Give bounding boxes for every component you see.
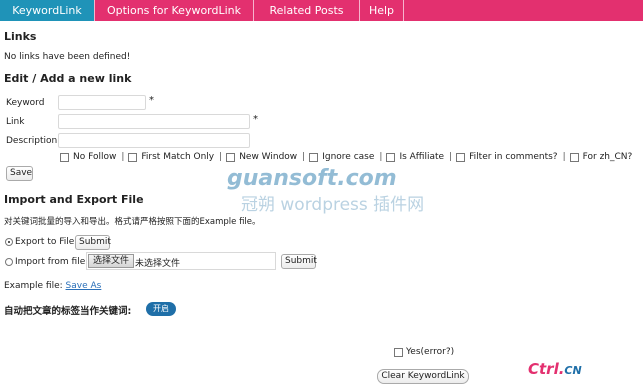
keyword-label: Keyword: [6, 98, 45, 108]
zh-cn-checkbox[interactable]: [569, 152, 579, 162]
tab-related-posts[interactable]: Related Posts: [254, 0, 360, 21]
new-window-checkbox[interactable]: [226, 152, 236, 162]
export-radio[interactable]: [5, 238, 13, 246]
separator: |: [219, 152, 223, 162]
link-input[interactable]: [58, 114, 250, 129]
edit-heading: Edit / Add a new link: [4, 72, 132, 85]
watermark-domain: guansoft.com: [227, 166, 397, 191]
auto-tags-label: 自动把文章的标签当作关键词:: [4, 306, 132, 317]
export-submit-button[interactable]: Submit: [75, 235, 111, 250]
filter-comments-checkbox[interactable]: [456, 152, 466, 162]
no-follow-checkbox[interactable]: [60, 152, 69, 162]
import-radio[interactable]: [5, 258, 13, 266]
file-picker: 选择文件 未选择文件: [86, 252, 276, 270]
separator: |: [302, 152, 306, 162]
option-first-match-only[interactable]: First Match Only: [128, 152, 214, 162]
import-label: Import from file: [15, 257, 86, 267]
separator: |: [562, 152, 566, 162]
keyword-input[interactable]: [58, 95, 146, 110]
save-as-link[interactable]: Save As: [66, 281, 102, 291]
description-input[interactable]: [58, 133, 250, 148]
link-required-mark: *: [253, 114, 258, 125]
tab-bar: KeywordLink Options for KeywordLink Rela…: [0, 0, 643, 21]
no-links-message: No links have been defined!: [4, 52, 131, 62]
no-file-selected-text: 未选择文件: [135, 259, 181, 269]
example-file-label: Example file:: [4, 281, 63, 291]
brand-logo: Ctrl.CN: [528, 360, 582, 378]
confirm-clear-checkbox[interactable]: [394, 348, 403, 357]
brand-suffix: CN: [564, 364, 582, 377]
option-for-zh-cn[interactable]: For zh_CN?: [569, 152, 632, 162]
export-label: Export to File: [15, 237, 75, 247]
save-button[interactable]: Save: [6, 166, 33, 181]
tab-keywordlink[interactable]: KeywordLink: [0, 0, 95, 21]
option-filter-in-comments[interactable]: Filter in comments?: [456, 152, 558, 162]
separator: |: [379, 152, 383, 162]
option-ignore-case[interactable]: Ignore case: [309, 152, 374, 162]
import-export-instructions: 对关键词批量的导入和导出。格式请严格按照下面的Example file。: [4, 217, 261, 227]
option-new-window[interactable]: New Window: [226, 152, 297, 162]
option-is-affiliate[interactable]: Is Affiliate: [386, 152, 444, 162]
link-label: Link: [6, 117, 25, 127]
ignore-case-checkbox[interactable]: [309, 152, 319, 162]
tab-options[interactable]: Options for KeywordLink: [95, 0, 254, 21]
tab-help[interactable]: Help: [360, 0, 404, 21]
watermark-tagline: 冠朔 wordpress 插件网: [241, 195, 425, 215]
link-options: No Follow | First Match Only | New Windo…: [60, 152, 632, 162]
confirm-clear-label: Yes(error?): [406, 347, 455, 357]
auto-tags-toggle[interactable]: 开启: [146, 302, 176, 316]
first-match-checkbox[interactable]: [128, 152, 138, 162]
brand-text: Ctrl.: [528, 360, 565, 378]
separator: |: [449, 152, 453, 162]
clear-keywordlink-button[interactable]: Clear KeywordLink: [377, 369, 469, 384]
import-submit-button[interactable]: Submit: [281, 254, 317, 269]
separator: |: [121, 152, 125, 162]
keyword-required-mark: *: [149, 95, 154, 106]
import-export-heading: Import and Export File: [4, 193, 144, 206]
option-no-follow[interactable]: No Follow: [60, 152, 116, 162]
example-file-row: Example file: Save As: [4, 281, 101, 291]
links-heading: Links: [4, 30, 37, 43]
description-label: Description: [6, 136, 58, 146]
is-affiliate-checkbox[interactable]: [386, 152, 396, 162]
choose-file-button[interactable]: 选择文件: [88, 254, 135, 268]
